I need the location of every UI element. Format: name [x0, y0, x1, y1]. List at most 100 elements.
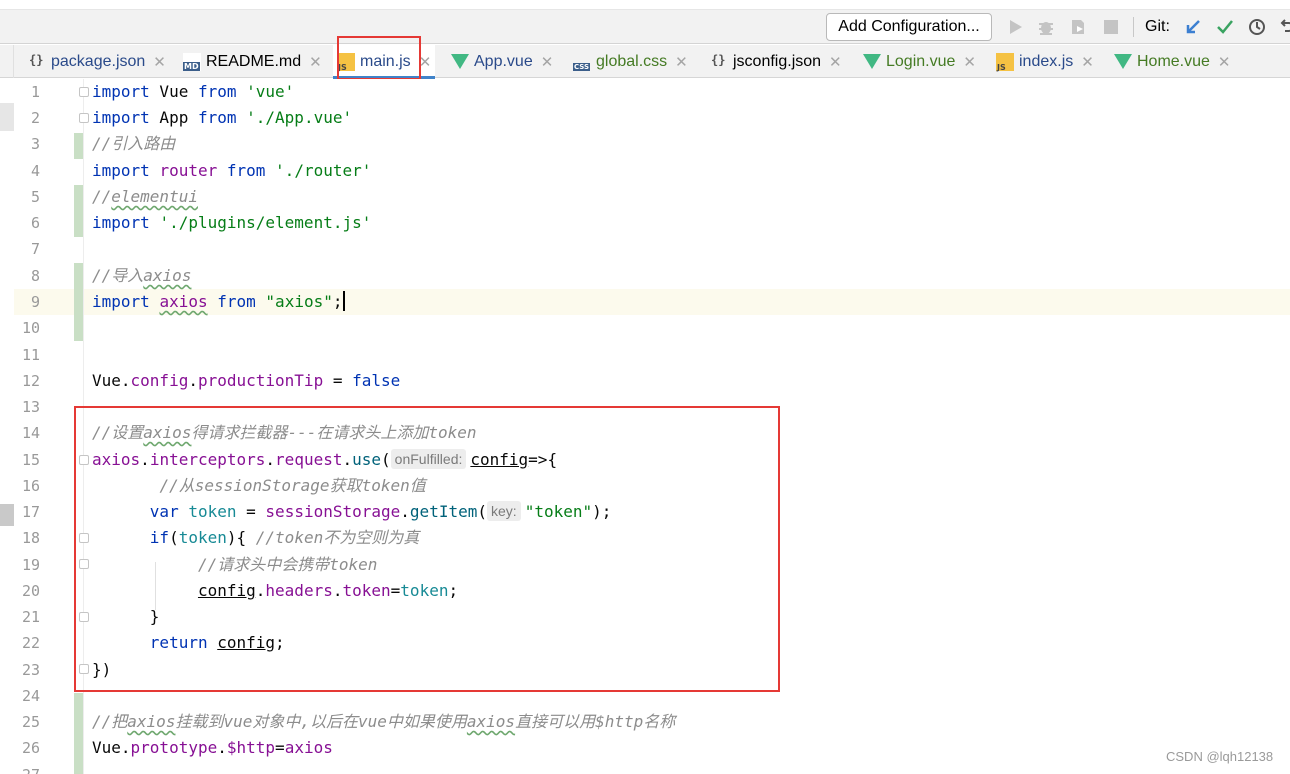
coverage-icon[interactable]: [1068, 17, 1088, 37]
code-line-19: //请求头中会携带token: [92, 552, 377, 578]
line-number: 19: [21, 556, 40, 574]
token-string: "token": [524, 502, 593, 521]
markdown-file-icon: [183, 52, 201, 71]
token-comment: //导入: [92, 266, 144, 285]
line-number: 12: [21, 372, 40, 390]
vcs-change-bar: [74, 693, 83, 774]
token-punct: ;: [448, 581, 459, 600]
parameter-hint: key:: [487, 501, 521, 521]
token-property: request: [275, 450, 343, 469]
line-number: 16: [21, 477, 40, 495]
token-string: './router': [275, 161, 372, 180]
close-icon[interactable]: ✕: [541, 53, 554, 71]
editor-tab-bar: package.json ✕ README.md ✕ main.js ✕ App…: [0, 45, 1290, 79]
code-line-2: import App from './App.vue': [92, 105, 352, 131]
line-number: 8: [30, 267, 40, 285]
close-icon[interactable]: ✕: [963, 53, 976, 71]
token-comment: //token不为空则为真: [255, 528, 420, 547]
line-number: 4: [30, 162, 40, 180]
code-line-26: Vue.prototype.$http=axios: [92, 735, 333, 761]
tab-app-vue[interactable]: App.vue ✕: [451, 45, 553, 78]
token-comment-typo: axios: [143, 266, 192, 285]
close-icon[interactable]: ✕: [829, 53, 842, 71]
tab-global-css[interactable]: global.css ✕: [573, 45, 688, 78]
fold-marker[interactable]: [79, 559, 89, 569]
tab-jsconfig-json[interactable]: jsconfig.json ✕: [710, 45, 842, 78]
token-keyword: from: [226, 161, 266, 180]
vcs-change-bar: [74, 185, 83, 237]
token-punct: .: [188, 371, 198, 390]
token-comment: 挂载到vue对象中,以后在vue中如果使用: [175, 712, 467, 731]
vue-file-icon: [1114, 54, 1132, 69]
token-comment-typo: elementui: [111, 187, 198, 206]
run-icon[interactable]: [1006, 17, 1026, 37]
token-property: headers: [265, 581, 333, 600]
token-variable: axios: [284, 738, 333, 757]
vcs-change-bar: [74, 263, 83, 341]
tab-index-js[interactable]: index.js ✕: [996, 45, 1094, 78]
js-file-icon: [337, 52, 355, 72]
tab-package-json[interactable]: package.json ✕: [28, 45, 166, 78]
tab-label: jsconfig.json: [733, 52, 822, 70]
line-number: 6: [30, 214, 40, 232]
tab-home-vue[interactable]: Home.vue ✕: [1114, 45, 1231, 78]
token-punct: (: [169, 528, 179, 547]
token-operator: =: [323, 371, 353, 390]
fold-marker[interactable]: [79, 87, 89, 97]
tab-login-vue[interactable]: Login.vue ✕: [863, 45, 976, 78]
fold-marker[interactable]: [79, 612, 89, 622]
line-number: 11: [21, 346, 40, 364]
token-keyword: return: [149, 633, 208, 652]
tab-readme-md[interactable]: README.md ✕: [183, 45, 322, 78]
fold-marker[interactable]: [79, 533, 89, 543]
close-icon[interactable]: ✕: [675, 53, 688, 71]
line-number: 25: [21, 713, 40, 731]
code-line-15: axios.interceptors.request.use(onFulfill…: [92, 447, 557, 473]
code-line-22: return config;: [92, 630, 285, 656]
tab-label: App.vue: [474, 52, 533, 70]
token-keyword: import: [92, 213, 150, 232]
close-icon[interactable]: ✕: [153, 53, 166, 71]
debug-icon[interactable]: [1036, 17, 1056, 37]
token-punct: .: [400, 502, 410, 521]
code-line-21: }: [92, 604, 160, 630]
fold-marker[interactable]: [79, 664, 89, 674]
git-rollback-icon[interactable]: [1276, 17, 1290, 37]
line-number: 24: [21, 687, 40, 705]
code-line-1: import Vue from 'vue': [92, 79, 294, 105]
close-icon[interactable]: ✕: [1218, 53, 1231, 71]
tab-label: global.css: [596, 52, 668, 70]
add-configuration-button[interactable]: Add Configuration...: [826, 13, 992, 41]
token-parameter: config: [197, 581, 256, 600]
line-number: 15: [21, 451, 40, 469]
tab-main-js[interactable]: main.js ✕: [333, 45, 436, 79]
git-history-icon[interactable]: [1247, 17, 1267, 37]
close-icon[interactable]: ✕: [1081, 53, 1094, 71]
code-editor[interactable]: 1 2 3 4 5 6 7 8 9 10 11 12 13 14 15 16 1…: [0, 79, 1290, 774]
token-local-variable: token: [400, 581, 449, 600]
token-identifier: Vue: [149, 82, 198, 101]
token-parameter: config: [217, 633, 276, 652]
token-punct: }: [149, 607, 160, 626]
token-variable: router: [159, 161, 218, 180]
token-keyword: false: [352, 371, 401, 390]
token-comment: 直接可以用$http名称: [515, 712, 676, 731]
code-line-5: //elementui: [92, 184, 198, 210]
token-operator: =: [390, 581, 401, 600]
close-icon[interactable]: ✕: [419, 53, 432, 71]
fold-marker[interactable]: [79, 455, 89, 465]
line-number: 21: [21, 608, 40, 626]
close-icon[interactable]: ✕: [309, 53, 322, 71]
code-line-4: import router from './router': [92, 158, 371, 184]
token-comment: 得请求拦截器---在请求头上添加: [191, 423, 429, 442]
git-commit-icon[interactable]: [1215, 17, 1235, 37]
fold-marker[interactable]: [79, 113, 89, 123]
stop-icon[interactable]: [1101, 17, 1121, 37]
token-global: sessionStorage: [265, 502, 401, 521]
tab-label: index.js: [1019, 52, 1074, 70]
git-update-icon[interactable]: [1183, 17, 1203, 37]
